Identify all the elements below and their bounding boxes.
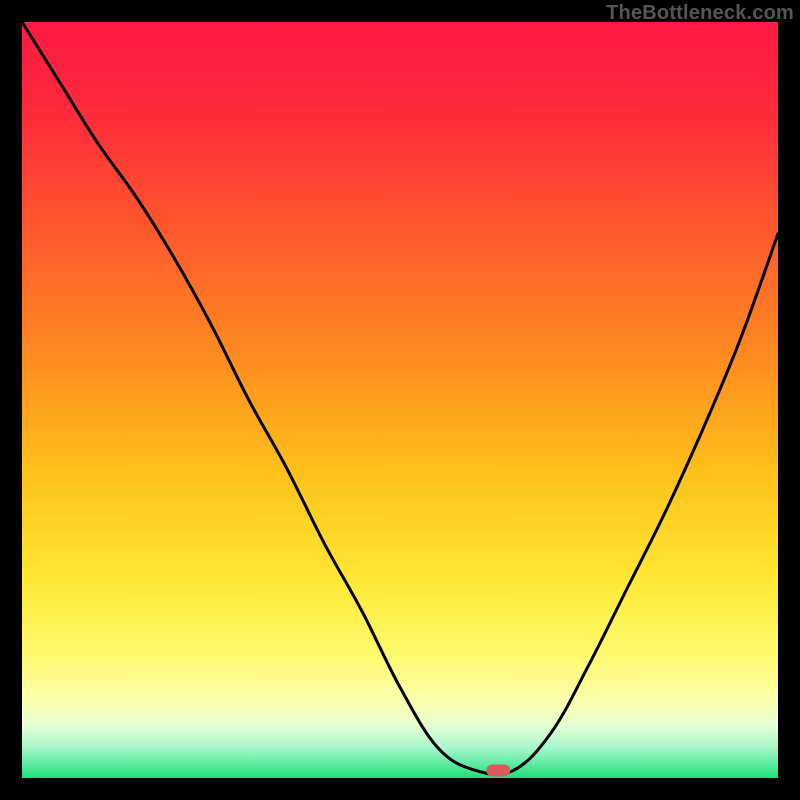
watermark-text: TheBottleneck.com <box>606 2 794 25</box>
minimum-marker <box>486 764 510 776</box>
gradient-background <box>22 22 778 778</box>
bottleneck-curve-chart <box>22 22 778 778</box>
chart-frame: TheBottleneck.com <box>0 0 800 800</box>
plot-area <box>22 22 778 778</box>
